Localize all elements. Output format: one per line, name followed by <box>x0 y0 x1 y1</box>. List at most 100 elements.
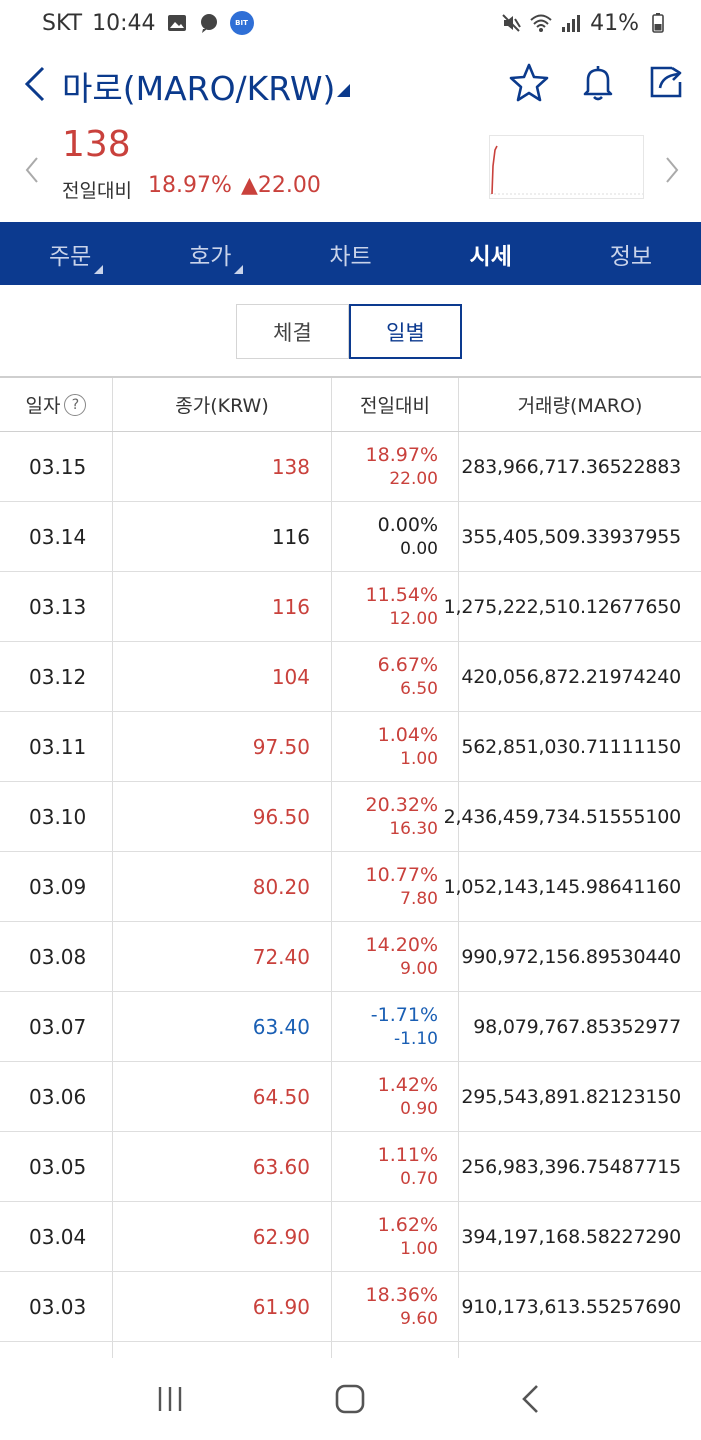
date-cell: 03.12 <box>0 642 113 711</box>
gallery-icon <box>167 15 186 31</box>
main-tabs: 주문 호가 차트 시세 정보 <box>0 222 701 285</box>
change-percent-cell: 1.04% <box>377 723 438 746</box>
system-back-button[interactable] <box>501 1374 561 1424</box>
home-button[interactable] <box>320 1374 380 1424</box>
table-row[interactable]: 03.07 63.40 -1.71% -1.10 98,079,767.85352977 <box>0 992 701 1062</box>
date-cell: 03.08 <box>0 922 113 991</box>
change-amount-cell: -1.10 <box>394 1028 438 1049</box>
change-cell <box>332 1342 459 1358</box>
daily-quotes-table[interactable]: 일자 ? 종가(KRW) 전일대비 거래량(MARO) 03.15 138 18.9… <box>0 376 701 1358</box>
table-row[interactable]: 03.06 64.50 1.42% 0.90 295,543,891.82123150 <box>0 1062 701 1132</box>
table-row[interactable]: 03.12 104 6.67% 6.50 420,056,872.21974240 <box>0 642 701 712</box>
recents-button[interactable] <box>140 1374 200 1424</box>
volume-cell: 1,052,143,145.98641160 <box>443 875 682 898</box>
change-cell: 1.04% 1.00 <box>332 712 459 781</box>
tab-orderbook[interactable]: 호가 <box>140 222 280 285</box>
volume-cell: 990,972,156.89530440 <box>461 945 681 968</box>
app-badge-icon: BIT <box>229 11 254 35</box>
change-percent-cell: 1.11% <box>377 1143 438 1166</box>
change-cell: 1.11% 0.70 <box>332 1132 459 1201</box>
close-cell: 116 <box>113 502 332 571</box>
share-icon <box>650 66 682 98</box>
date-cell: 03.13 <box>0 572 113 641</box>
table-row[interactable]: 03.13 116 11.54% 12.00 1,275,222,510.1267765… <box>0 572 701 642</box>
change-cell: 1.42% 0.90 <box>332 1062 459 1131</box>
table-row[interactable]: 03.15 138 18.97% 22.00 283,966,717.36522883 <box>0 432 701 502</box>
change-cell: 20.32% 16.30 <box>332 782 459 851</box>
table-row[interactable]: 03.04 62.90 1.62% 1.00 394,197,168.58227290 <box>0 1202 701 1272</box>
tab-label: 호가 <box>189 243 232 270</box>
back-button[interactable] <box>18 62 52 106</box>
change-amount-cell: 6.50 <box>400 678 438 699</box>
share-button[interactable] <box>644 60 688 104</box>
price-summary: 138 전일대비 18.97% ▲22.00 <box>0 118 701 222</box>
help-icon[interactable]: ? <box>64 393 87 416</box>
mini-price-chart[interactable] <box>489 135 644 199</box>
date-cell: 03.14 <box>0 502 113 571</box>
tab-label: 정보 <box>609 243 653 270</box>
nav-back-icon <box>521 1385 538 1413</box>
table-row[interactable]: 03.10 96.50 20.32% 16.30 2,436,459,734.51555… <box>0 782 701 852</box>
table-row[interactable]: 03.11 97.50 1.04% 1.00 562,851,030.71111150 <box>0 712 701 782</box>
bell-icon <box>583 66 613 101</box>
date-cell: 03.05 <box>0 1132 113 1201</box>
close-cell: 80.20 <box>113 852 332 921</box>
volume-cell <box>459 1342 701 1358</box>
change-percent-cell: 1.42% <box>377 1073 438 1096</box>
change-cell: 18.97% 22.00 <box>332 432 459 501</box>
change-amount-cell: 22.00 <box>389 468 438 489</box>
close-cell: 62.90 <box>113 1202 332 1271</box>
prev-coin-button[interactable] <box>18 148 46 192</box>
change-percent-cell: -1.71% <box>370 1003 438 1026</box>
change-amount-cell: 7.80 <box>400 888 438 909</box>
date-cell: 03.06 <box>0 1062 113 1131</box>
table-row[interactable]: 03.05 63.60 1.11% 0.70 256,983,396.75487715 <box>0 1132 701 1202</box>
tab-corner-icon <box>94 265 103 274</box>
volume-cell: 295,543,891.82123150 <box>461 1085 681 1108</box>
table-row <box>0 1342 701 1358</box>
close-cell <box>113 1342 332 1358</box>
tab-label: 차트 <box>329 243 372 270</box>
close-cell: 72.40 <box>113 922 332 991</box>
header-label: 일자 <box>25 395 61 417</box>
favorite-button[interactable] <box>507 60 551 104</box>
alarm-button[interactable] <box>576 60 620 104</box>
volume-cell: 394,197,168.58227290 <box>461 1225 681 1248</box>
close-cell: 63.40 <box>113 992 332 1061</box>
close-cell: 138 <box>113 432 332 501</box>
change-amount-cell: 0.90 <box>400 1098 438 1119</box>
volume-cell: 562,851,030.71111150 <box>461 735 681 758</box>
volume-cell: 256,983,396.75487715 <box>461 1155 681 1178</box>
tab-label: 시세 <box>469 243 512 270</box>
change-cell: 18.36% 9.60 <box>332 1272 459 1341</box>
table-row[interactable]: 03.03 61.90 18.36% 9.60 910,173,613.55257690 <box>0 1272 701 1342</box>
header-change: 전일대비 <box>332 378 459 431</box>
volume-cell: 420,056,872.21974240 <box>461 665 681 688</box>
volume-cell: 98,079,767.85352977 <box>473 1015 681 1038</box>
volume-cell: 910,173,613.55257690 <box>461 1295 681 1318</box>
change-cell: 6.67% 6.50 <box>332 642 459 711</box>
date-cell: 03.10 <box>0 782 113 851</box>
table-row[interactable]: 03.09 80.20 10.77% 7.80 1,052,143,145.986411… <box>0 852 701 922</box>
change-percent-cell: 0.00% <box>377 513 438 536</box>
header-date: 일자 ? <box>0 378 113 431</box>
title-dropdown-icon[interactable] <box>337 84 350 97</box>
chevron-left-icon <box>25 157 38 183</box>
tab-quotes[interactable]: 시세 <box>421 222 561 285</box>
signal-icon <box>562 15 581 32</box>
change-cell: 1.62% 1.00 <box>332 1202 459 1271</box>
tab-order[interactable]: 주문 <box>0 222 140 285</box>
volume-cell: 1,275,222,510.12677650 <box>443 595 682 618</box>
tab-chart[interactable]: 차트 <box>280 222 420 285</box>
coin-title[interactable]: 마로(MARO/KRW) <box>62 62 335 110</box>
table-body: 03.15 138 18.97% 22.00 283,966,717.36522883 0… <box>0 432 701 1342</box>
segment-daily[interactable]: 일별 <box>349 304 462 359</box>
header-close: 종가(KRW) <box>113 378 332 431</box>
tab-info[interactable]: 정보 <box>561 222 701 285</box>
next-coin-button[interactable] <box>658 148 686 192</box>
volume-cell: 355,405,509.33937955 <box>461 525 681 548</box>
segment-trades[interactable]: 체결 <box>236 304 349 359</box>
close-cell: 104 <box>113 642 332 711</box>
table-row[interactable]: 03.08 72.40 14.20% 9.00 990,972,156.89530440 <box>0 922 701 992</box>
table-row[interactable]: 03.14 116 0.00% 0.00 355,405,509.33937955 <box>0 502 701 572</box>
